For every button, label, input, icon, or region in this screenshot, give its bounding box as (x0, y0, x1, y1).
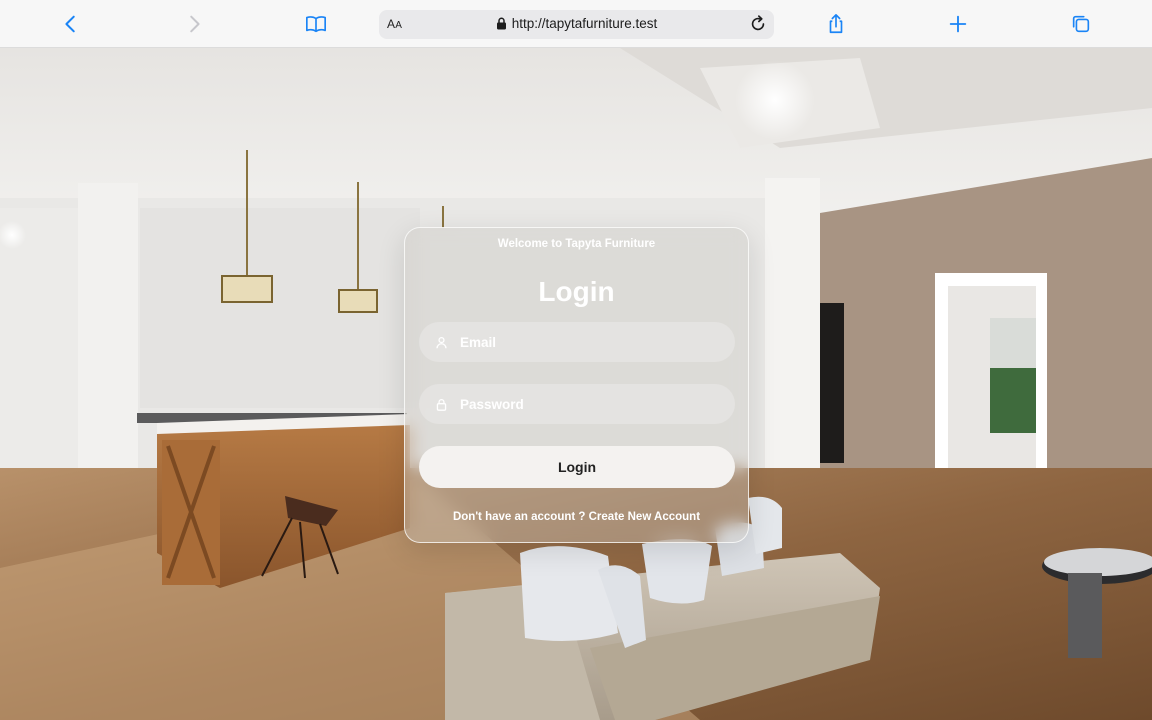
create-account-link[interactable]: Create New Account (589, 511, 700, 523)
chevron-right-icon (190, 15, 200, 33)
address-bar[interactable]: AA http://tapytafurniture.test (379, 10, 774, 39)
share-icon (829, 14, 843, 34)
login-title: Login (538, 276, 615, 307)
password-field[interactable]: Password (419, 384, 735, 424)
welcome-text: Welcome to Tapyta Furniture (497, 238, 656, 250)
bookmarks-button[interactable] (302, 10, 330, 38)
login-button[interactable]: Login (419, 446, 735, 488)
url-display: http://tapytafurniture.test (379, 16, 774, 31)
lock-icon (436, 398, 447, 411)
new-tab-button[interactable] (944, 10, 972, 38)
no-account-text: Don't have an account ? (452, 511, 586, 523)
chevron-left-icon (65, 15, 75, 33)
lock-icon (496, 17, 506, 30)
browser-toolbar: AA http://tapytafurniture.test (0, 0, 1152, 48)
email-field[interactable]: Email (419, 322, 735, 362)
reload-icon[interactable] (748, 14, 768, 34)
user-icon (436, 336, 447, 348)
tabs-button[interactable] (1067, 10, 1095, 38)
url-text: http://tapytafurniture.test (511, 16, 658, 31)
book-icon (306, 16, 326, 33)
tabs-icon (1072, 15, 1090, 33)
back-button[interactable] (57, 10, 85, 38)
plus-icon (949, 15, 967, 33)
forward-button[interactable] (180, 10, 208, 38)
share-button[interactable] (822, 10, 850, 38)
password-placeholder: Password (460, 396, 524, 412)
register-prompt: Don't have an account ? Create New Accou… (405, 511, 748, 523)
email-placeholder: Email (460, 334, 497, 350)
login-card: Welcome to Tapyta Furniture Login Email … (404, 227, 749, 543)
